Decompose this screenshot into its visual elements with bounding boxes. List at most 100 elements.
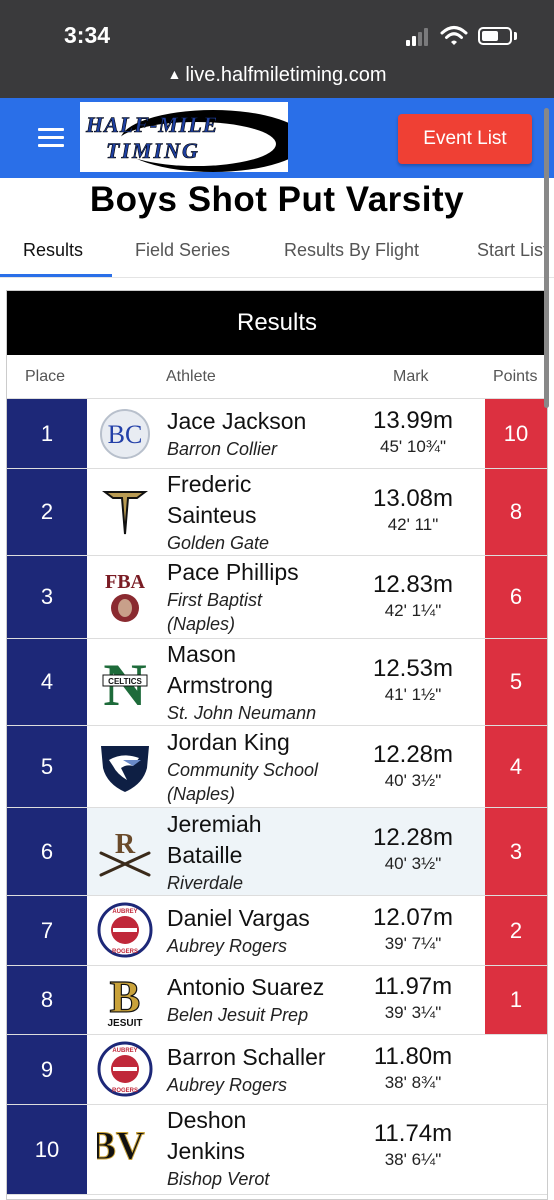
mark-metric: 11.74m — [373, 1120, 453, 1147]
logo-text: ROGERS — [112, 1088, 138, 1094]
riverdale-logo: R — [99, 829, 151, 877]
athlete-name[interactable]: Frederic Sainteus — [167, 469, 287, 531]
menu-icon[interactable] — [38, 128, 64, 148]
team-name: Aubrey Rogers — [167, 1075, 288, 1095]
table-row[interactable]: 3 FBA Pace Phillips First Baptist (Naple… — [7, 556, 547, 639]
results-table: Results Place Athlete Mark Points 1 BC J… — [6, 290, 548, 1200]
mark-imperial: 42' 11" — [387, 515, 439, 534]
col-points: Points — [493, 368, 538, 385]
place-cell: 4 — [7, 639, 87, 725]
points-cell: 5 — [485, 639, 547, 725]
mark-metric: 12.53m — [372, 655, 454, 682]
points-cell: 1 — [485, 966, 547, 1034]
tab-start-list[interactable]: Start List — [477, 240, 548, 261]
table-row[interactable]: 2 Frederic Sainteus Golden Gate 13.08m 4… — [7, 469, 547, 556]
points-cell: 4 — [485, 726, 547, 807]
mark-metric: 11.97m — [373, 973, 453, 1000]
athlete-name[interactable]: Antonio Suarez — [167, 972, 351, 1003]
team-name: Barron Collier — [167, 439, 278, 459]
logo-text: R — [115, 829, 136, 860]
table-row[interactable]: 7 AUBREY ROGERS Daniel Vargas Aubrey Rog… — [7, 896, 547, 966]
team-name: St. John Neumann — [167, 703, 317, 723]
points-cell: 8 — [485, 469, 547, 555]
col-mark: Mark — [393, 368, 429, 385]
logo-text: AUBREY — [112, 1048, 137, 1054]
place-cell: 1 — [7, 399, 87, 468]
results-heading: Results — [7, 291, 547, 355]
table-row[interactable]: 4 N CELTICS Mason Armstrong St. John Neu… — [7, 639, 547, 726]
mark-imperial: 38' 6¼" — [384, 1150, 442, 1169]
tab-results[interactable]: Results — [23, 240, 83, 261]
logo-text: B — [110, 972, 141, 1022]
points-cell: 2 — [485, 896, 547, 965]
table-row[interactable]: 9 AUBREY ROGERS Barron Schaller Aubrey R… — [7, 1035, 547, 1105]
tab-results-by-flight[interactable]: Results By Flight — [284, 240, 419, 261]
athlete-name[interactable]: Pace Phillips — [167, 557, 351, 588]
site-logo[interactable]: HALF-MILE TIMING — [80, 102, 288, 172]
battery-icon — [478, 27, 512, 45]
mark-metric: 13.99m — [372, 407, 454, 434]
active-tab-indicator — [0, 274, 112, 277]
golden-gate-logo — [102, 491, 148, 535]
place-cell: 2 — [7, 469, 87, 555]
athlete-name[interactable]: Deshon Jenkins — [167, 1105, 277, 1167]
mark-imperial: 39' 7¼" — [384, 934, 442, 953]
mark-metric: 12.28m — [372, 741, 454, 768]
table-row[interactable]: 6 R Jeremiah Bataille Riverdale 12.28m 4… — [7, 808, 547, 896]
athlete-name[interactable]: Jace Jackson — [167, 406, 351, 437]
place-cell: 7 — [7, 896, 87, 965]
athlete-name[interactable]: Jordan King — [167, 727, 351, 758]
cellular-signal-icon — [406, 28, 430, 46]
column-headers: Place Athlete Mark Points — [7, 355, 547, 399]
points-cell — [485, 1035, 547, 1104]
team-name: Golden Gate — [167, 533, 270, 553]
table-row[interactable]: 10 BV Deshon Jenkins Bishop Verot 11.74m… — [7, 1105, 547, 1195]
athlete-name[interactable]: Daniel Vargas — [167, 903, 351, 934]
col-place: Place — [25, 368, 66, 385]
logo-line2: TIMING — [106, 138, 200, 164]
belen-jesuit-logo: B JESUIT — [107, 972, 142, 1028]
warning-icon: ▲ — [167, 66, 182, 82]
place-cell: 3 — [7, 556, 87, 638]
table-row[interactable]: 1 BC Jace Jackson Barron Collier 13.99m … — [7, 399, 547, 469]
logo-text: BV — [97, 1123, 145, 1168]
place-cell: 5 — [7, 726, 87, 807]
mark-imperial: 42' 1¼" — [384, 601, 442, 620]
table-row[interactable]: 8 B JESUIT Antonio Suarez Belen Jesuit P… — [7, 966, 547, 1035]
mark-imperial: 40' 3½" — [384, 854, 442, 873]
team-name: Riverdale — [167, 873, 244, 893]
team-name: First Baptist (Naples) — [167, 590, 263, 634]
page-scrollbar[interactable] — [544, 108, 549, 408]
status-time: 3:34 — [64, 22, 111, 48]
mark-metric: 11.80m — [373, 1043, 453, 1070]
place-cell: 10 — [7, 1105, 87, 1194]
tab-bar: Results Field Series Results By Flight S… — [0, 228, 554, 278]
mark-imperial: 41' 1½" — [384, 685, 442, 704]
logo-text: JESUIT — [107, 1018, 142, 1028]
points-cell — [485, 1105, 547, 1194]
col-athlete: Athlete — [166, 368, 216, 385]
team-name: Belen Jesuit Prep — [167, 1005, 309, 1025]
community-school-logo — [101, 746, 149, 792]
place-cell: 8 — [7, 966, 87, 1034]
tab-field-series[interactable]: Field Series — [135, 240, 230, 261]
points-cell: 6 — [485, 556, 547, 638]
athlete-name[interactable]: Mason Armstrong — [167, 639, 297, 701]
points-cell: 10 — [485, 399, 547, 468]
athlete-name[interactable]: Barron Schaller — [167, 1042, 351, 1073]
logo-text: AUBREY — [112, 909, 137, 915]
status-bar: 3:34 ▲ live.halfmiletiming.com — [0, 0, 554, 98]
points-cell: 3 — [485, 808, 547, 895]
aubrey-rogers-logo: AUBREY ROGERS — [97, 902, 153, 958]
logo-text: BC — [108, 420, 143, 449]
place-cell: 6 — [7, 808, 87, 895]
aubrey-rogers-logo: AUBREY ROGERS — [97, 1041, 153, 1097]
logo-text: ROGERS — [112, 949, 138, 955]
table-row[interactable]: 5 Jordan King Community School (Naples) … — [7, 726, 547, 808]
athlete-name[interactable]: Jeremiah Bataille — [167, 809, 297, 871]
address-bar[interactable]: ▲ live.halfmiletiming.com — [0, 64, 554, 87]
mark-metric: 12.07m — [372, 904, 454, 931]
event-list-button[interactable]: Event List — [398, 114, 532, 164]
st-john-neumann-logo: N CELTICS — [102, 653, 148, 709]
logo-text: CELTICS — [108, 677, 142, 686]
